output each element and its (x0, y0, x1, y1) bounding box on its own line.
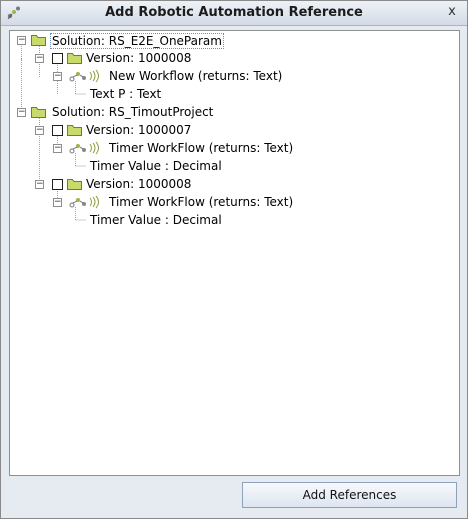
parameter-label[interactable]: Timer Value : Decimal (90, 159, 222, 173)
add-reference-dialog: Add Robotic Automation Reference x − Sol… (0, 0, 468, 519)
solution-label[interactable]: Solution: RS_TimoutProject (52, 105, 213, 119)
version-checkbox[interactable] (52, 179, 63, 190)
version-label[interactable]: Version: 1000007 (86, 123, 191, 137)
solution-label[interactable]: Solution: RS_E2E_OneParam (50, 33, 224, 49)
workflow-label[interactable]: New Workflow (returns: Text) (109, 69, 282, 83)
collapse-toggle[interactable]: − (53, 198, 62, 207)
workflow-icon (68, 194, 104, 213)
reference-tree[interactable]: − Solution: RS_E2E_OneParam − Version: 1… (9, 30, 460, 476)
workflow-icon (68, 140, 104, 159)
collapse-toggle[interactable]: − (53, 72, 62, 81)
folder-icon (31, 106, 46, 121)
collapse-toggle[interactable]: − (17, 108, 26, 117)
collapse-toggle[interactable]: − (35, 54, 44, 63)
folder-icon (31, 34, 46, 49)
collapse-toggle[interactable]: − (53, 144, 62, 153)
workflow-label[interactable]: Timer WorkFlow (returns: Text) (109, 141, 293, 155)
folder-icon (67, 52, 82, 67)
add-references-button[interactable]: Add References (242, 482, 457, 508)
parameter-label[interactable]: Timer Value : Decimal (90, 213, 222, 227)
folder-icon (67, 124, 82, 139)
collapse-toggle[interactable]: − (35, 126, 44, 135)
version-checkbox[interactable] (52, 125, 63, 136)
version-label[interactable]: Version: 1000008 (86, 177, 191, 191)
title-bar: Add Robotic Automation Reference x (1, 1, 467, 26)
version-label[interactable]: Version: 1000008 (86, 51, 191, 65)
workflow-icon (68, 68, 104, 87)
parameter-label[interactable]: Text P : Text (90, 87, 161, 101)
workflow-label[interactable]: Timer WorkFlow (returns: Text) (109, 195, 293, 209)
folder-icon (67, 178, 82, 193)
collapse-toggle[interactable]: − (35, 180, 44, 189)
close-button[interactable]: x (445, 5, 459, 19)
version-checkbox[interactable] (52, 53, 63, 64)
collapse-toggle[interactable]: − (17, 36, 26, 45)
dialog-title: Add Robotic Automation Reference (105, 5, 363, 20)
tree-connector-lines (21, 46, 86, 221)
